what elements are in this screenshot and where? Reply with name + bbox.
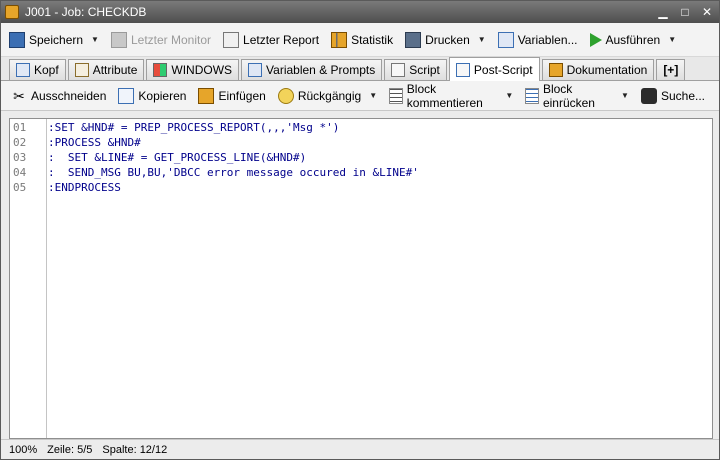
tab-windows[interactable]: WINDOWS bbox=[146, 59, 240, 80]
job-icon bbox=[5, 5, 19, 19]
indent-block-label: Block einrücken bbox=[542, 81, 595, 110]
search-label: Suche... bbox=[660, 88, 705, 103]
attribute-icon bbox=[74, 63, 89, 77]
save-icon bbox=[9, 31, 25, 48]
code-line[interactable]: : SET &LINE# = GET_PROCESS_LINE(&HND#) bbox=[48, 150, 712, 165]
search-button[interactable]: Suche... bbox=[637, 84, 709, 108]
app-window: J001 - Job: CHECKDB ▁ □ ✕ Speichern ▼ Le… bbox=[0, 0, 720, 460]
close-icon[interactable]: ✕ bbox=[699, 4, 715, 20]
tab-documentation[interactable]: Dokumentation bbox=[541, 59, 655, 80]
variables-label: Variablen... bbox=[517, 32, 578, 47]
variables-icon bbox=[497, 31, 514, 48]
maximize-icon[interactable]: □ bbox=[677, 4, 693, 20]
comment-block-label: Block kommentieren bbox=[406, 81, 483, 110]
cut-label: Ausschneiden bbox=[31, 88, 107, 103]
code-line[interactable]: :ENDPROCESS bbox=[48, 180, 712, 195]
title-bar: J001 - Job: CHECKDB ▁ □ ✕ bbox=[1, 1, 719, 23]
last-report-label: Letzter Report bbox=[243, 32, 320, 47]
line-number: 01 bbox=[13, 121, 27, 134]
main-toolbar: Speichern ▼ Letzter Monitor Letzter Repo… bbox=[1, 23, 719, 57]
comment-block-button[interactable]: Block kommentieren ▼ bbox=[385, 81, 517, 110]
variables-button[interactable]: Variablen... bbox=[494, 28, 582, 52]
tab-kopf[interactable]: Kopf bbox=[9, 59, 66, 80]
chevron-down-icon[interactable]: ▼ bbox=[369, 91, 377, 100]
tab-label: WINDOWS bbox=[171, 63, 233, 77]
cut-button[interactable]: ✂ Ausschneiden bbox=[7, 84, 110, 108]
undo-button[interactable]: Rückgängig ▼ bbox=[274, 84, 381, 108]
line-number: 04 bbox=[13, 166, 27, 179]
line-number: 02 bbox=[13, 136, 27, 149]
windows-icon bbox=[153, 63, 168, 77]
line-number: 05 bbox=[13, 181, 27, 194]
tab-label: Script bbox=[409, 63, 440, 77]
line-number-gutter: 01 02 03 04 05 bbox=[10, 119, 47, 438]
code-editor[interactable]: 01 02 03 04 05 :SET &HND# = PREP_PROCESS… bbox=[9, 118, 713, 439]
tab-label: Variablen & Prompts bbox=[266, 63, 376, 77]
statistics-label: Statistik bbox=[351, 32, 394, 47]
execute-button[interactable]: Ausführen ▼ bbox=[586, 28, 681, 52]
chevron-down-icon[interactable]: ▼ bbox=[668, 35, 676, 44]
tab-post-script[interactable]: Post-Script bbox=[448, 57, 540, 81]
indent-icon bbox=[525, 87, 539, 104]
printer-icon bbox=[405, 31, 422, 48]
paste-label: Einfügen bbox=[218, 88, 266, 103]
tab-attribute[interactable]: Attribute bbox=[67, 59, 145, 80]
post-script-icon bbox=[455, 62, 470, 77]
play-icon bbox=[589, 32, 602, 47]
code-area[interactable]: :SET &HND# = PREP_PROCESS_REPORT(,,,'Msg… bbox=[47, 119, 712, 438]
column-position: Spalte: 12/12 bbox=[102, 443, 168, 456]
last-monitor-button[interactable]: Letzter Monitor bbox=[107, 28, 215, 52]
zoom-level: 100% bbox=[9, 443, 38, 456]
tab-label: Attribute bbox=[92, 63, 138, 77]
line-position: Zeile: 5/5 bbox=[47, 443, 93, 456]
copy-icon bbox=[118, 87, 135, 104]
tab-label: Dokumentation bbox=[566, 63, 648, 77]
last-monitor-label: Letzter Monitor bbox=[130, 32, 212, 47]
execute-label: Ausführen bbox=[605, 32, 661, 47]
print-label: Drucken bbox=[425, 32, 470, 47]
edit-toolbar: ✂ Ausschneiden Kopieren Einfügen Rückgän… bbox=[1, 81, 719, 111]
code-line[interactable]: :PROCESS &HND# bbox=[48, 135, 712, 150]
save-label: Speichern bbox=[29, 32, 84, 47]
chart-icon bbox=[331, 31, 348, 48]
code-line[interactable]: : SEND_MSG BU,BU,'DBCC error message occ… bbox=[48, 165, 712, 180]
binoculars-icon bbox=[640, 87, 657, 104]
report-icon bbox=[223, 31, 240, 48]
tab-variables-prompts[interactable]: Variablen & Prompts bbox=[241, 59, 383, 80]
line-number: 03 bbox=[13, 151, 27, 164]
save-button[interactable]: Speichern ▼ bbox=[5, 28, 103, 52]
last-report-button[interactable]: Letzter Report bbox=[219, 28, 323, 52]
statistics-button[interactable]: Statistik bbox=[327, 28, 397, 52]
copy-label: Kopieren bbox=[138, 88, 187, 103]
comment-block-icon bbox=[389, 87, 403, 104]
monitor-icon bbox=[110, 31, 127, 48]
indent-block-button[interactable]: Block einrücken ▼ bbox=[521, 81, 633, 110]
tab-add[interactable]: [+] bbox=[656, 59, 686, 80]
copy-button[interactable]: Kopieren bbox=[114, 84, 190, 108]
print-button[interactable]: Drucken ▼ bbox=[401, 28, 490, 52]
chevron-down-icon[interactable]: ▼ bbox=[621, 91, 629, 100]
window-controls: ▁ □ ✕ bbox=[655, 4, 715, 20]
header-icon bbox=[16, 63, 30, 77]
tab-script[interactable]: Script bbox=[384, 59, 447, 80]
minimize-icon[interactable]: ▁ bbox=[655, 4, 671, 20]
paste-button[interactable]: Einfügen bbox=[194, 84, 269, 108]
clipboard-icon bbox=[198, 87, 215, 104]
chevron-down-icon[interactable]: ▼ bbox=[505, 91, 513, 100]
undo-icon bbox=[277, 87, 294, 104]
variables-icon bbox=[248, 63, 263, 77]
script-icon bbox=[391, 63, 406, 77]
code-line[interactable]: :SET &HND# = PREP_PROCESS_REPORT(,,,'Msg… bbox=[48, 120, 712, 135]
window-title: J001 - Job: CHECKDB bbox=[25, 5, 147, 19]
status-bar: 100% Zeile: 5/5 Spalte: 12/12 bbox=[1, 439, 719, 459]
scissors-icon: ✂ bbox=[13, 87, 25, 104]
chevron-down-icon[interactable]: ▼ bbox=[91, 35, 99, 44]
book-icon bbox=[548, 63, 563, 77]
tab-label: Post-Script bbox=[473, 62, 533, 77]
chevron-down-icon[interactable]: ▼ bbox=[478, 35, 486, 44]
add-tab-label: [+] bbox=[663, 63, 679, 77]
undo-label: Rückgängig bbox=[297, 88, 362, 103]
tab-label: Kopf bbox=[34, 63, 59, 77]
tab-bar: Kopf Attribute WINDOWS Variablen & Promp… bbox=[1, 57, 719, 81]
